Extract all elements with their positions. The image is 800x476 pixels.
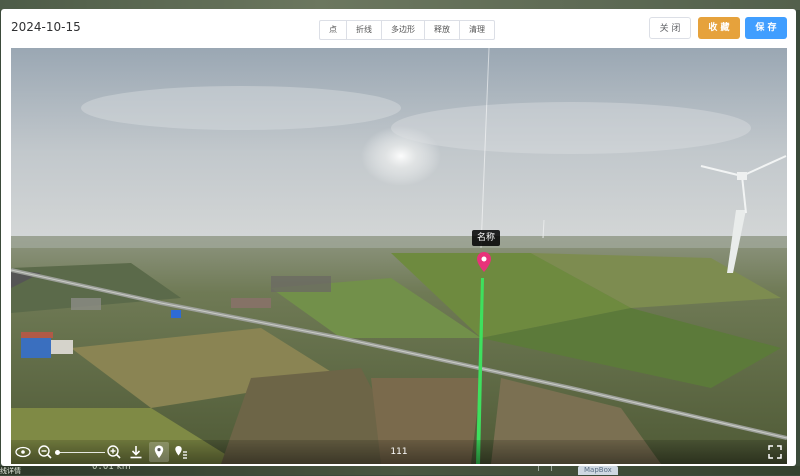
viewer-control-bar: 111 <box>11 440 787 464</box>
favorite-button[interactable]: 收 藏 <box>698 17 740 39</box>
panorama-viewer[interactable]: 名称 111 <box>11 48 787 464</box>
close-button[interactable]: 关 闭 <box>649 17 691 39</box>
background-map-tag-label: MapBox <box>584 466 612 474</box>
tool-release[interactable]: 释放 <box>425 21 460 39</box>
marker-pin-icon[interactable] <box>477 252 491 272</box>
tool-clear[interactable]: 清理 <box>460 21 494 39</box>
tool-point[interactable]: 点 <box>320 21 347 39</box>
draw-toolbar: 点 折线 多边形 释放 清理 <box>319 20 495 40</box>
panorama-dialog: 2024-10-15 点 折线 多边形 释放 清理 关 闭 收 藏 保 存 名称… <box>1 9 796 466</box>
save-button[interactable]: 保 存 <box>745 17 787 39</box>
marker-label: 名称 <box>472 230 501 246</box>
background-map-tag[interactable]: MapBox <box>578 466 618 475</box>
scene-caption: 111 <box>390 447 408 457</box>
tool-polyline[interactable]: 折线 <box>347 21 382 39</box>
tool-polygon[interactable]: 多边形 <box>382 21 425 39</box>
fullscreen-icon[interactable] <box>765 442 785 462</box>
capture-date: 2024-10-15 <box>11 20 81 34</box>
panorama-scene <box>11 48 787 464</box>
